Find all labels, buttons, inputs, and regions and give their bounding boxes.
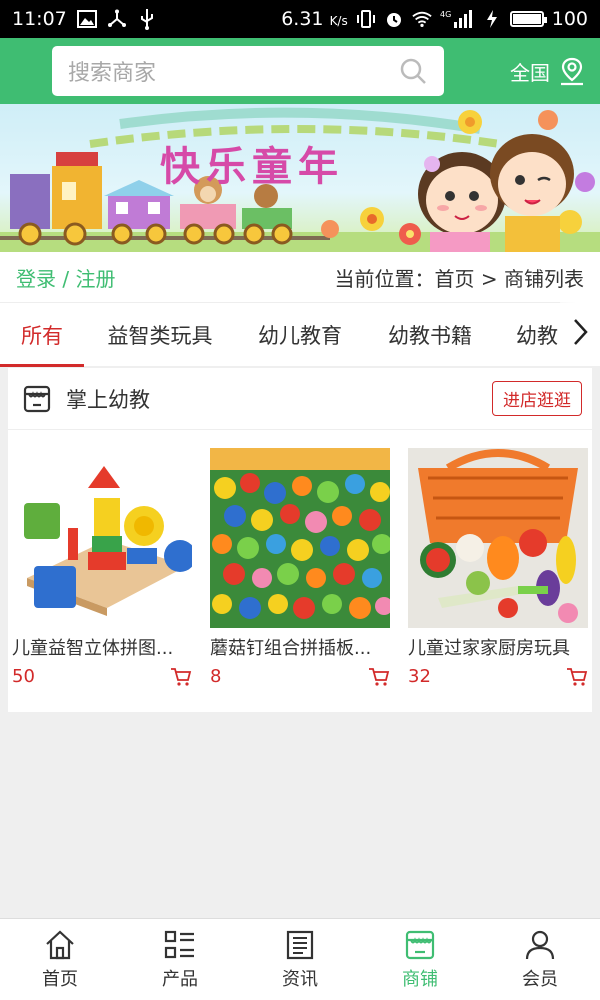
search-icon[interactable] <box>398 56 428 86</box>
promo-banner[interactable]: 快乐童年 <box>0 104 600 252</box>
login-breadcrumb-row: 登录 / 注册 当前位置：首页 > 商铺列表 <box>0 252 600 302</box>
search-placeholder: 搜索商家 <box>68 61 157 86</box>
product-name: 儿童过家家厨房玩具 <box>408 638 570 659</box>
tab-education-books[interactable]: 幼教书籍 <box>364 303 496 367</box>
breadcrumb: 当前位置：首页 > 商铺列表 <box>334 266 584 291</box>
nav-member-label: 会员 <box>522 968 558 990</box>
nav-home[interactable]: 首页 <box>0 919 120 1000</box>
banner-title: 快乐童年 <box>160 143 344 190</box>
shop-name: 掌上幼教 <box>66 387 150 412</box>
chevron-right-icon <box>571 317 589 351</box>
share-icon <box>107 9 127 29</box>
nav-shops[interactable]: 商铺 <box>360 919 480 1000</box>
news-icon <box>283 929 317 961</box>
cart-icon[interactable] <box>566 667 588 687</box>
category-tabs: 所有 益智类玩具 幼儿教育 幼教书籍 幼教 <box>0 302 600 367</box>
shop-header: 掌上幼教 进店逛逛 <box>8 368 592 430</box>
region-selector[interactable]: 全国 <box>510 56 586 86</box>
region-label: 全国 <box>510 60 550 85</box>
bottom-nav: 首页 产品 资讯 商铺 会员 <box>0 918 600 1000</box>
search-input[interactable]: 搜索商家 <box>52 46 444 96</box>
status-time: 11:07 <box>12 8 67 30</box>
product-card[interactable]: 蘑菇钉组合拼插板... 8 <box>210 448 390 687</box>
tab-educational-toys[interactable]: 益智类玩具 <box>84 303 236 367</box>
grid-list-icon <box>163 929 197 961</box>
image-icon <box>76 9 97 29</box>
tab-early-education[interactable]: 幼儿教育 <box>236 303 364 367</box>
home-icon <box>43 929 77 961</box>
product-card[interactable]: 儿童益智立体拼图... 50 <box>12 448 192 687</box>
product-card[interactable]: 儿童过家家厨房玩具 32 <box>408 448 588 687</box>
tab-all[interactable]: 所有 <box>0 303 84 367</box>
shop-icon <box>403 929 437 961</box>
product-image[interactable] <box>12 448 192 628</box>
vibrate-icon <box>356 9 376 29</box>
login-register-link[interactable]: 登录 / 注册 <box>16 263 115 292</box>
nav-products-label: 产品 <box>162 968 198 990</box>
product-image[interactable] <box>408 448 588 628</box>
charging-icon <box>482 9 502 29</box>
store-icon <box>22 384 52 414</box>
nav-products[interactable]: 产品 <box>120 919 240 1000</box>
user-icon <box>523 929 557 961</box>
product-image[interactable] <box>210 448 390 628</box>
battery-level: 100 <box>551 8 588 30</box>
nav-member[interactable]: 会员 <box>480 919 600 1000</box>
battery-icon <box>509 11 547 27</box>
nav-shops-label: 商铺 <box>402 968 438 990</box>
product-price: 50 <box>12 666 35 687</box>
cart-icon[interactable] <box>368 667 390 687</box>
app-header: 搜索商家 全国 <box>0 38 600 104</box>
usb-icon <box>137 9 157 30</box>
nav-home-label: 首页 <box>42 968 78 990</box>
visit-shop-button[interactable]: 进店逛逛 <box>492 381 582 416</box>
svg-text:4G: 4G <box>440 10 451 19</box>
cart-icon[interactable] <box>170 667 192 687</box>
signal-icon: 4G <box>440 9 474 29</box>
nav-news[interactable]: 资讯 <box>240 919 360 1000</box>
product-price: 8 <box>210 666 222 687</box>
location-icon <box>558 56 586 86</box>
alarm-icon <box>384 9 404 29</box>
shop-card: 掌上幼教 进店逛逛 儿童益智立体拼图... 50 蘑菇钉组合拼插板... 8 儿… <box>8 368 592 712</box>
product-name: 儿童益智立体拼图... <box>12 638 174 659</box>
product-price: 32 <box>408 666 431 687</box>
product-name: 蘑菇钉组合拼插板... <box>210 638 372 659</box>
tabs-scroll-right[interactable] <box>560 302 600 366</box>
network-speed: 6.31 K/s <box>281 8 348 30</box>
product-list: 儿童益智立体拼图... 50 蘑菇钉组合拼插板... 8 儿童过家家厨房玩具 3… <box>8 448 592 687</box>
nav-news-label: 资讯 <box>282 968 318 990</box>
wifi-icon <box>412 9 432 29</box>
status-bar: 11:07 6.31 K/s 4G 100 <box>0 0 600 38</box>
